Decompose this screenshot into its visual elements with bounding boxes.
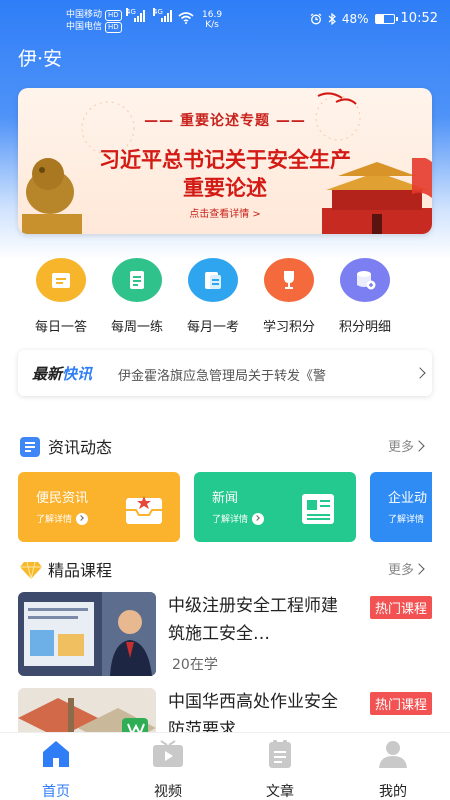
hd-badge: HD — [105, 9, 122, 21]
quick-action-label: 学习积分 — [262, 320, 315, 335]
diamond-icon — [20, 561, 42, 580]
database-icon — [340, 258, 390, 302]
battery-icon — [374, 13, 398, 24]
app-title: 伊·安 — [18, 48, 63, 70]
chevron-right-icon — [414, 367, 426, 379]
speed-unit: K/s — [205, 20, 219, 30]
network-type: 4G — [153, 8, 163, 16]
note-icon — [36, 258, 86, 302]
quick-action-monthly[interactable]: 每月一考 — [175, 258, 251, 335]
arrow-circle-icon — [76, 512, 89, 525]
newspaper-icon — [302, 494, 334, 524]
battery-text: 48% — [341, 11, 369, 26]
hot-course-badge: 热门课程 — [369, 692, 432, 715]
quick-action-daily[interactable]: 每日一答 — [23, 258, 99, 335]
course-more-link[interactable]: 更多 — [388, 559, 414, 578]
news-card-detail-text: 了解详情 — [212, 515, 249, 525]
course-title: 中级注册安全工程师建筑施工安全… — [168, 596, 338, 644]
news-ticker[interactable]: 最新快讯 伊金霍洛旗应急管理局关于转发《警 — [18, 350, 432, 396]
nav-video[interactable]: 视频 — [133, 739, 203, 800]
quick-action-label: 每月一考 — [186, 320, 239, 335]
carrier-2: 中国电信 — [66, 22, 103, 32]
course-section-title: 精品课程 — [48, 561, 113, 580]
clock: 10:52 — [400, 11, 438, 26]
nav-article[interactable]: 文章 — [245, 739, 315, 800]
nav-profile[interactable]: 我的 — [358, 739, 428, 800]
ticker-tag-suffix: 快讯 — [62, 365, 93, 383]
alarm-icon — [310, 13, 322, 24]
banner-title-line1: 习近平总书记关于安全生产 — [99, 147, 351, 172]
nav-label: 首页 — [42, 784, 70, 800]
quick-action-points-detail[interactable]: 积分明细 — [327, 258, 403, 335]
course-enrolled-count: 20在学 — [172, 657, 218, 673]
ticker-tag-prefix: 最新 — [32, 365, 63, 383]
ticker-text: 伊金霍洛旗应急管理局关于转发《警 — [118, 369, 327, 384]
carrier-1: 中国移动 — [66, 10, 103, 20]
news-section-icon — [20, 437, 40, 457]
clipboard-icon — [188, 258, 238, 302]
banner-subtitle: —— 重要论述专题 —— — [144, 113, 306, 129]
profile-icon — [379, 741, 407, 768]
news-card-detail[interactable]: 了解详情 — [212, 512, 265, 525]
signal-icon: 4G — [126, 8, 145, 22]
news-more-link[interactable]: 更多 — [388, 436, 414, 455]
news-section-header: 资讯动态 更多 — [0, 434, 450, 458]
course-thumbnail — [18, 592, 156, 676]
news-card-public-info[interactable]: 便民资讯 了解详情 — [18, 472, 180, 542]
news-card-title: 企业动 — [388, 491, 428, 506]
quick-action-label: 每日一答 — [34, 320, 87, 335]
network-type: 4G — [126, 8, 136, 16]
hot-course-badge: 热门课程 — [369, 596, 432, 619]
status-right: 48% 10:52 — [310, 11, 438, 26]
news-card-detail[interactable]: 了解详情 — [36, 512, 89, 525]
tray-icon — [126, 496, 162, 524]
carrier-info: 中国移动 HD 中国电信 HD — [66, 9, 122, 33]
course-section-header: 精品课程 更多 — [0, 557, 450, 581]
course-item[interactable]: 中级注册安全工程师建筑施工安全… 热门课程 20在学 — [18, 592, 432, 676]
nav-label: 视频 — [154, 784, 182, 800]
article-icon — [269, 740, 291, 768]
signal-icon: 4G — [153, 8, 172, 22]
quick-action-label: 积分明细 — [338, 320, 391, 335]
quick-action-points[interactable]: 学习积分 — [251, 258, 327, 335]
document-icon — [112, 258, 162, 302]
quick-action-weekly[interactable]: 每周一练 — [99, 258, 175, 335]
news-card-detail-text: 了解详情 — [36, 515, 73, 525]
news-card-detail[interactable]: 了解详情 — [388, 512, 424, 525]
video-icon — [153, 740, 183, 767]
banner-title-line2: 重要论述 — [183, 175, 267, 200]
bluetooth-icon — [328, 12, 336, 25]
nav-label: 文章 — [266, 784, 294, 800]
hd-badge: HD — [105, 21, 122, 33]
status-bar: 中国移动 HD 中国电信 HD 4G 4G 16.9 K/s 48% 10:52 — [0, 0, 450, 40]
quick-action-label: 每周一练 — [110, 320, 163, 335]
nav-home[interactable]: 首页 — [21, 739, 91, 800]
news-section-title: 资讯动态 — [48, 438, 113, 457]
news-card-title: 便民资讯 — [36, 491, 89, 506]
arrow-circle-icon — [252, 512, 265, 525]
banner-detail-link[interactable]: 点击查看详情 > — [18, 205, 432, 220]
bottom-navigation: 首页 视频 文章 我的 — [0, 732, 450, 800]
banner[interactable]: —— 重要论述专题 —— 习近平总书记关于安全生产 重要论述 点击查看详情 > — [18, 88, 432, 234]
ticker-tag: 最新快讯 — [32, 363, 92, 384]
wifi-icon — [178, 12, 194, 24]
quick-actions: 每日一答 每周一练 每月一考 学习积分 积分明细 — [0, 258, 450, 338]
nav-label: 我的 — [379, 784, 407, 800]
home-icon — [43, 741, 69, 767]
news-card-news[interactable]: 新闻 了解详情 — [194, 472, 356, 542]
chevron-right-icon[interactable] — [413, 440, 425, 452]
battery-fill — [375, 14, 385, 23]
news-card-enterprise[interactable]: 企业动 了解详情 — [370, 472, 432, 542]
news-card-title: 新闻 — [212, 491, 239, 506]
trophy-icon — [264, 258, 314, 302]
network-speed: 16.9 K/s — [202, 10, 222, 30]
chevron-right-icon[interactable] — [413, 563, 425, 575]
speed-value: 16.9 — [202, 10, 223, 20]
signal-icons: 4G 4G — [126, 8, 172, 22]
news-card-detail-text: 了解详情 — [388, 515, 425, 525]
